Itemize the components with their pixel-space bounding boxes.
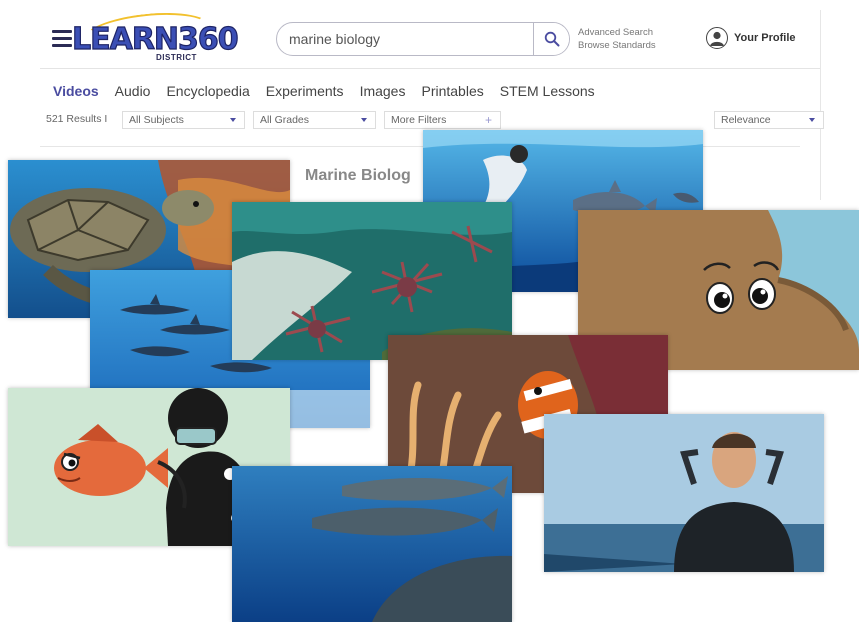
tab-printables[interactable]: Printables <box>421 83 483 99</box>
advanced-search-link[interactable]: Advanced Search <box>578 26 656 39</box>
learn360-logo[interactable]: LEARN360 DISTRICT <box>52 7 239 64</box>
plus-icon: + <box>484 113 492 127</box>
subjects-select[interactable]: All Subjects <box>122 111 245 129</box>
more-filters-label: More Filters <box>391 114 447 126</box>
header-edge-rule <box>820 10 821 200</box>
section-title: Marine Biolog <box>305 167 411 184</box>
profile-label: Your Profile <box>734 32 796 44</box>
grades-select-value: All Grades <box>260 114 310 126</box>
grades-select[interactable]: All Grades <box>253 111 376 129</box>
video-thumbnail-scuba-diver[interactable] <box>544 414 824 572</box>
profile-menu[interactable]: Your Profile <box>706 26 796 50</box>
tab-experiments[interactable]: Experiments <box>266 83 344 99</box>
learn360-collage: LEARN360 DISTRICT Advanced Search Browse… <box>0 0 859 622</box>
hamburger-icon[interactable] <box>52 30 72 48</box>
sperm-whales-image <box>232 466 512 622</box>
search-button[interactable] <box>533 23 569 55</box>
browse-standards-link[interactable]: Browse Standards <box>578 39 656 52</box>
tab-videos[interactable]: Videos <box>53 83 99 99</box>
search-box <box>276 22 570 56</box>
tab-images[interactable]: Images <box>360 83 406 99</box>
caret-down-icon <box>809 118 815 122</box>
search-input[interactable] <box>277 23 535 55</box>
logo-wordmark: LEARN360 <box>71 21 239 57</box>
logo-district-label: DISTRICT <box>156 53 197 62</box>
filter-bar: 521 Results I All Subjects All Grades Mo… <box>46 111 826 129</box>
search-icon <box>544 31 559 47</box>
scuba-diver-image <box>544 414 824 572</box>
sort-select[interactable]: Relevance <box>714 111 824 129</box>
caret-down-icon <box>361 118 367 122</box>
caret-down-icon <box>230 118 236 122</box>
sort-select-value: Relevance <box>721 114 771 126</box>
tab-encyclopedia[interactable]: Encyclopedia <box>166 83 249 99</box>
more-filters-button[interactable]: More Filters + <box>384 111 501 129</box>
header-divider <box>40 68 820 69</box>
tab-stem-lessons[interactable]: STEM Lessons <box>500 83 595 99</box>
video-thumbnail-sperm-whales[interactable] <box>232 466 512 622</box>
user-avatar-icon <box>706 27 728 49</box>
tab-audio[interactable]: Audio <box>115 83 151 99</box>
content-type-tabs: Videos Audio Encyclopedia Experiments Im… <box>53 83 611 99</box>
results-count: 521 Results I <box>46 113 108 125</box>
subjects-select-value: All Subjects <box>129 114 184 126</box>
search-links: Advanced Search Browse Standards <box>578 26 656 52</box>
